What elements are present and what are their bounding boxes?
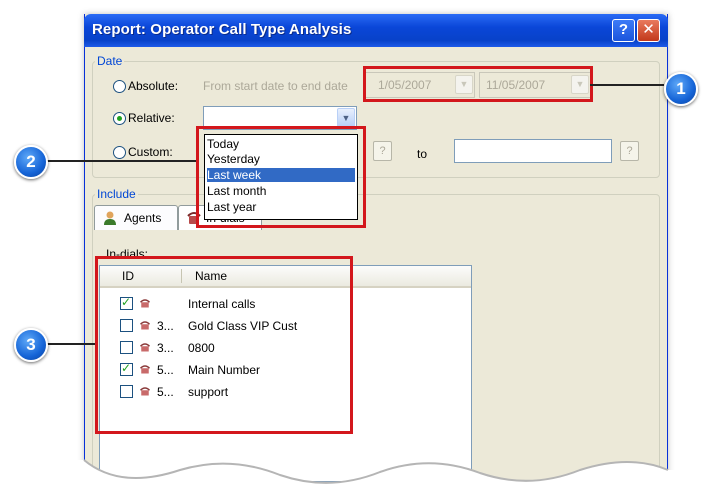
custom-end-help-button[interactable]: ?: [620, 141, 639, 161]
callout-bubble-2: 2: [14, 145, 48, 179]
callout-line-3: [44, 343, 95, 345]
help-button[interactable]: ?: [612, 19, 635, 42]
absolute-radio[interactable]: [113, 80, 126, 93]
torn-edge: [0, 459, 704, 499]
relative-label: Relative:: [128, 111, 175, 125]
close-button[interactable]: ✕: [637, 19, 660, 42]
relative-radio[interactable]: [113, 112, 126, 125]
include-group-label: Include: [95, 187, 138, 201]
callout-bubble-3: 3: [14, 328, 48, 362]
custom-label: Custom:: [128, 145, 173, 159]
absolute-label: Absolute:: [128, 79, 179, 93]
callout-line-1: [590, 84, 664, 86]
custom-radio[interactable]: [113, 146, 126, 159]
callout-bubble-1: 1: [664, 72, 698, 106]
date-group-label: Date: [95, 54, 125, 68]
callout-box-2: [196, 126, 366, 228]
chevron-down-icon[interactable]: ▼: [337, 108, 355, 128]
absolute-hint: From start date to end date: [203, 79, 348, 93]
callout-line-2: [44, 160, 196, 162]
tab-agents-label: Agents: [124, 211, 162, 225]
agent-icon: [104, 211, 116, 225]
callout-box-3: [95, 256, 353, 434]
tab-agents[interactable]: Agents: [94, 205, 178, 230]
custom-end-field[interactable]: [454, 139, 612, 163]
custom-to-label: to: [417, 147, 428, 161]
window-title: Report: Operator Call Type Analysis: [92, 21, 352, 38]
callout-box-1: [363, 66, 593, 102]
custom-start-help-button[interactable]: ?: [373, 141, 392, 161]
